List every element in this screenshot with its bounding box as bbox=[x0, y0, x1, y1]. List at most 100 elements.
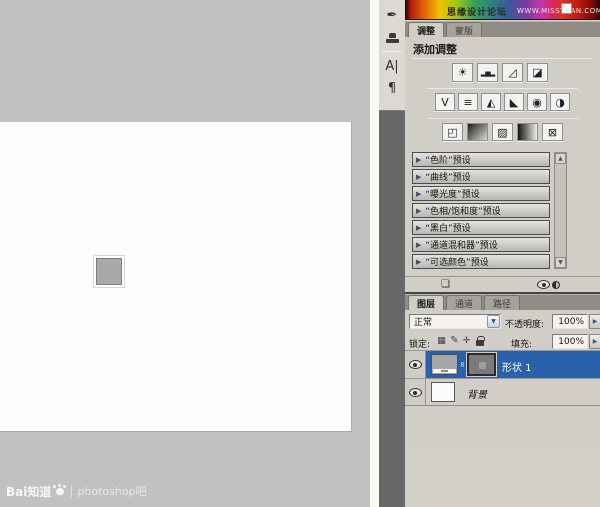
visibility-cell[interactable] bbox=[405, 379, 426, 405]
preset-exposure[interactable]: ▶ “曝光度”预设 bbox=[412, 186, 550, 201]
divider bbox=[427, 88, 578, 89]
preset-channel-mixer[interactable]: ▶ “通道混和器”预设 bbox=[412, 237, 550, 252]
adjustments-footer-bar: ❏ bbox=[405, 276, 600, 292]
opacity-stepper-icon[interactable]: ▶ bbox=[589, 314, 600, 329]
tab-adjustments[interactable]: 调整 bbox=[408, 22, 445, 37]
scroll-down-icon[interactable]: ▼ bbox=[555, 257, 566, 268]
preset-black-white[interactable]: ▶ “黑白”预设 bbox=[412, 220, 550, 235]
hue-saturation-icon[interactable]: ≡ bbox=[458, 93, 478, 111]
scroll-up-icon[interactable]: ▲ bbox=[555, 153, 566, 164]
type-tool-icon[interactable]: A| bbox=[381, 55, 403, 77]
levels-icon[interactable]: ▂▅▂ bbox=[477, 63, 498, 82]
opacity-field[interactable]: 100% bbox=[552, 314, 588, 329]
site-url-text: WWW.MISSYUAN.COM bbox=[517, 7, 600, 15]
preset-selective-color[interactable]: ▶ “可选颜色”预设 bbox=[412, 254, 550, 269]
stamp-glyph bbox=[385, 32, 399, 43]
eye-icon[interactable] bbox=[408, 360, 422, 369]
glyph: V bbox=[441, 95, 449, 109]
tab-paths[interactable]: 路径 bbox=[484, 295, 521, 310]
paragraph-tool-icon[interactable]: ¶ bbox=[381, 77, 403, 99]
site-name-text: 思缘设计论坛 bbox=[447, 8, 508, 18]
preset-curves[interactable]: ▶ “曲线”预设 bbox=[412, 169, 550, 184]
layer-row-shape[interactable]: ∞ 形状 1 bbox=[405, 351, 600, 379]
background-thumbnail[interactable] bbox=[431, 382, 455, 402]
glyph: ≡ bbox=[463, 95, 473, 109]
preset-label: “曲线”预设 bbox=[425, 173, 471, 183]
tab-channels[interactable]: 通道 bbox=[446, 295, 483, 310]
fill-stepper-icon[interactable]: ▶ bbox=[589, 334, 600, 349]
layer-visibility-icon[interactable] bbox=[537, 280, 560, 289]
posterize-icon[interactable] bbox=[467, 123, 488, 141]
preset-label: “黑白”预设 bbox=[425, 224, 471, 234]
preset-levels[interactable]: ▶ “色阶”预设 bbox=[412, 152, 550, 167]
expanded-view-icon[interactable]: ❏ bbox=[441, 279, 450, 290]
exposure-icon[interactable]: ◪ bbox=[527, 63, 548, 82]
expander-icon[interactable]: ▶ bbox=[416, 224, 421, 232]
photo-filter-icon[interactable]: ◉ bbox=[527, 93, 547, 111]
glyph: ⊠ bbox=[547, 125, 558, 139]
opacity-label: 不透明度: bbox=[505, 320, 545, 330]
curves-icon[interactable]: ◿ bbox=[502, 63, 523, 82]
vibrance-icon[interactable]: V bbox=[435, 93, 455, 111]
layer-name[interactable]: 形状 1 bbox=[502, 359, 532, 374]
visibility-cell[interactable] bbox=[405, 351, 426, 378]
expander-icon[interactable]: ▶ bbox=[416, 173, 421, 181]
lock-all-icon[interactable] bbox=[473, 334, 486, 347]
glyph: ◿ bbox=[508, 66, 517, 79]
shape-fill-thumbnail[interactable] bbox=[431, 354, 458, 375]
channel-mixer-icon[interactable]: ◑ bbox=[550, 93, 570, 111]
toolbar: ✒ A| ¶ bbox=[379, 0, 405, 507]
chevron-down-icon[interactable]: ▼ bbox=[487, 315, 500, 328]
paw-icon bbox=[53, 484, 65, 495]
black-white-icon[interactable]: ◣ bbox=[504, 93, 524, 111]
layer-list: ∞ 形状 1 背景 bbox=[405, 350, 600, 406]
brush-tool-icon[interactable]: ✒ bbox=[381, 4, 403, 26]
expander-icon[interactable]: ▶ bbox=[416, 258, 421, 266]
lock-transparent-icon[interactable]: ▦ bbox=[435, 334, 448, 347]
expander-icon[interactable]: ▶ bbox=[416, 190, 421, 198]
blend-mode-value: 正常 bbox=[414, 318, 433, 328]
panel-dock: 思缘设计论坛 WWW.MISSYUAN.COM 调整 蒙版 添加调整 ☀ ▂▅▂… bbox=[405, 0, 600, 507]
layers-panel: 正常 ▼ 不透明度: 100% ▶ 锁定: ▦ ✎ ✛ 填充: 100% ▶ ∞… bbox=[405, 310, 600, 507]
color-balance-icon[interactable]: ◭ bbox=[481, 93, 501, 111]
community-name: photoshop吧 bbox=[77, 485, 147, 498]
adjustment-icon-row-2: V ≡ ◭ ◣ ◉ ◑ bbox=[435, 93, 570, 111]
expander-icon[interactable]: ▶ bbox=[416, 207, 421, 215]
expander-icon[interactable]: ▶ bbox=[416, 156, 421, 164]
link-icon: ∞ bbox=[457, 361, 467, 368]
invert-icon[interactable]: ◰ bbox=[442, 123, 463, 141]
preset-label: “色阶”预设 bbox=[425, 156, 471, 166]
fill-field[interactable]: 100% bbox=[552, 334, 588, 349]
shape-object[interactable] bbox=[93, 255, 125, 288]
document-canvas[interactable] bbox=[0, 122, 352, 432]
fill-label: 填充: bbox=[511, 340, 533, 350]
gradient-map-icon[interactable] bbox=[517, 123, 538, 141]
baidu-brand-text: Bai知道 bbox=[6, 484, 52, 499]
preset-hue-saturation[interactable]: ▶ “色相/饱和度”预设 bbox=[412, 203, 550, 218]
vector-mask-thumbnail[interactable] bbox=[466, 352, 497, 377]
preset-scrollbar[interactable]: ▲ ▼ bbox=[554, 152, 567, 269]
brightness-contrast-icon[interactable]: ☀ bbox=[452, 63, 473, 82]
glyph: ☀ bbox=[457, 66, 468, 79]
adjustments-panel: 添加调整 ☀ ▂▅▂ ◿ ◪ V ≡ ◭ ◣ ◉ ◑ ◰ ▨ ⊠ ▶ “色阶”预… bbox=[405, 37, 600, 294]
tab-layers[interactable]: 图层 bbox=[408, 295, 445, 310]
layer-row-background[interactable]: 背景 bbox=[405, 379, 600, 405]
paragraph-glyph: ¶ bbox=[387, 80, 397, 96]
lock-move-icon[interactable]: ✛ bbox=[460, 334, 473, 347]
selective-color-icon[interactable]: ⊠ bbox=[542, 123, 563, 141]
blend-mode-select[interactable]: 正常 ▼ bbox=[409, 314, 501, 329]
glyph: ◑ bbox=[555, 95, 565, 109]
eye-icon bbox=[537, 280, 550, 289]
expander-icon[interactable]: ▶ bbox=[416, 241, 421, 249]
mask-shape-preview bbox=[479, 362, 486, 369]
tab-masks[interactable]: 蒙版 bbox=[446, 22, 483, 37]
layer-name[interactable]: 背景 bbox=[467, 386, 487, 401]
glyph: ▨ bbox=[497, 125, 508, 139]
clone-stamp-tool-icon[interactable] bbox=[381, 26, 403, 48]
threshold-icon[interactable]: ▨ bbox=[492, 123, 513, 141]
watermark-separator: | bbox=[69, 484, 74, 498]
divider bbox=[413, 58, 592, 59]
eye-icon[interactable] bbox=[408, 387, 422, 397]
opacity-value: 100% bbox=[558, 316, 584, 327]
preset-label: “曝光度”预设 bbox=[425, 190, 480, 200]
